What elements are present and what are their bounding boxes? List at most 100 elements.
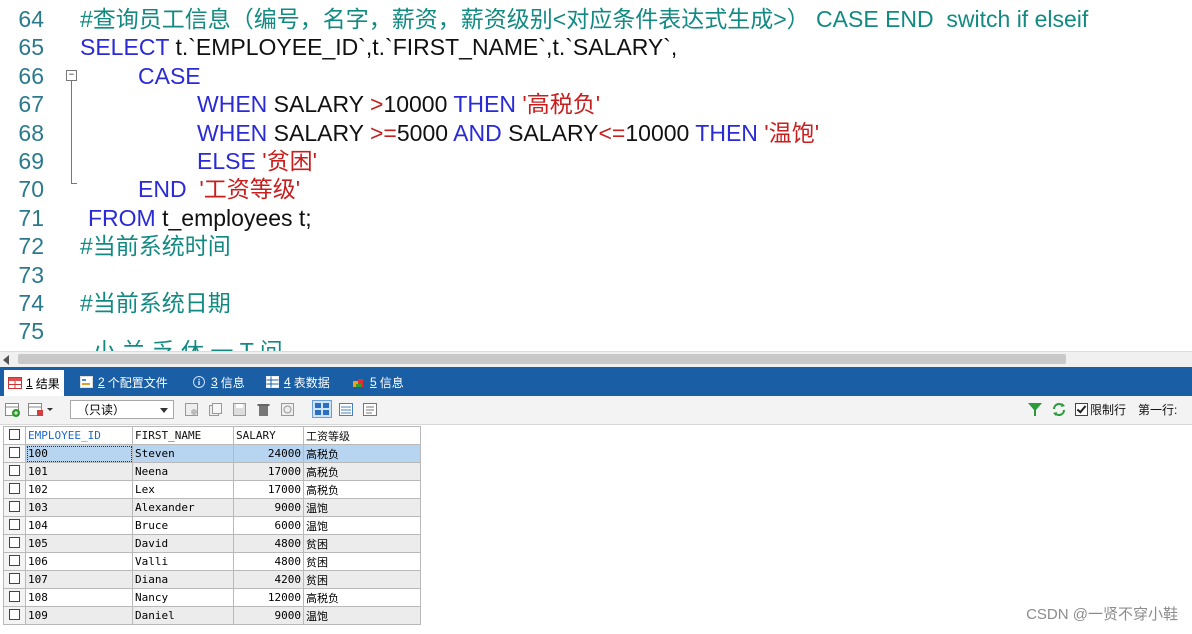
row-checkbox[interactable] <box>9 537 20 548</box>
cell-first-name[interactable]: Nancy <box>132 588 234 607</box>
cell-employee-id[interactable]: 105 <box>25 534 133 553</box>
row-checkbox[interactable] <box>9 555 20 566</box>
cell-salary-grade[interactable]: 贫困 <box>303 570 421 589</box>
cell-employee-id[interactable]: 102 <box>25 480 133 499</box>
cell-employee-id[interactable]: 106 <box>25 552 133 571</box>
tab-info[interactable]: 3 信息 <box>193 371 245 393</box>
row-checkbox[interactable] <box>9 501 20 512</box>
row-checkbox[interactable] <box>9 573 20 584</box>
table-row[interactable]: 106 Valli 4800 贫困 <box>3 552 421 571</box>
table-row[interactable]: 107 Diana 4200 贫困 <box>3 570 421 589</box>
duplicate-icon[interactable] <box>208 402 223 417</box>
table-row[interactable]: 105 David 4800 贫困 <box>3 534 421 553</box>
column-header-first-name[interactable]: FIRST_NAME <box>132 426 234 445</box>
row-checkbox-cell[interactable] <box>3 462 26 481</box>
code-line[interactable]: 67 WHEN SALARY >10000 THEN '高税负' <box>0 90 1192 118</box>
cell-salary[interactable]: 9000 <box>233 606 304 625</box>
table-row[interactable]: 101 Neena 17000 高税负 <box>3 462 421 481</box>
cell-salary[interactable]: 4800 <box>233 552 304 571</box>
cell-first-name[interactable]: David <box>132 534 234 553</box>
code-line[interactable]: 64 #查询员工信息（编号，名字，薪资，薪资级别<对应条件表达式生成>） CASE… <box>0 5 1192 33</box>
cell-salary-grade[interactable]: 温饱 <box>303 498 421 517</box>
table-row[interactable]: 103 Alexander 9000 温饱 <box>3 498 421 517</box>
cell-employee-id[interactable]: 100 <box>25 444 133 463</box>
code-line[interactable]: 66 CASE <box>0 62 1192 90</box>
cell-salary[interactable]: 24000 <box>233 444 304 463</box>
column-header-employee-id[interactable]: EMPLOYEE_ID <box>25 426 133 445</box>
row-checkbox-cell[interactable] <box>3 606 26 625</box>
row-checkbox-cell[interactable] <box>3 480 26 499</box>
table-row[interactable]: 104 Bruce 6000 温饱 <box>3 516 421 535</box>
cell-first-name[interactable]: Valli <box>132 552 234 571</box>
column-header-salary[interactable]: SALARY <box>233 426 304 445</box>
grid-view-icon[interactable] <box>312 400 332 418</box>
tab-info-2[interactable]: 5 信息 <box>352 371 404 393</box>
form-view-icon[interactable] <box>338 402 353 417</box>
row-checkbox[interactable] <box>9 591 20 602</box>
row-checkbox[interactable] <box>9 519 20 530</box>
code-line[interactable]: 74 #当前系统日期 <box>0 289 1192 317</box>
limit-rows-checkbox[interactable] <box>1075 403 1088 416</box>
scroll-left-arrow-icon[interactable] <box>3 355 9 365</box>
scrollbar-thumb[interactable] <box>18 354 1066 364</box>
cell-salary[interactable]: 17000 <box>233 480 304 499</box>
table-row[interactable]: 108 Nancy 12000 高税负 <box>3 588 421 607</box>
sql-editor[interactable]: − 64 #查询员工信息（编号，名字，薪资，薪资级别<对应条件表达式生成>） CA… <box>0 0 1192 351</box>
cell-first-name[interactable]: Bruce <box>132 516 234 535</box>
refresh-grid-icon[interactable] <box>280 402 295 417</box>
cell-salary-grade[interactable]: 贫困 <box>303 534 421 553</box>
cell-employee-id[interactable]: 101 <box>25 462 133 481</box>
cell-salary[interactable]: 4200 <box>233 570 304 589</box>
tab-profiles[interactable]: 2 个配置文件 <box>80 371 168 393</box>
cell-first-name[interactable]: Alexander <box>132 498 234 517</box>
row-checkbox[interactable] <box>9 609 20 620</box>
code-line[interactable]: 65 SELECT t.`EMPLOYEE_ID`,t.`FIRST_NAME`,… <box>0 33 1192 61</box>
limit-rows-toggle[interactable]: 限制行 <box>1075 401 1126 419</box>
row-checkbox-cell[interactable] <box>3 498 26 517</box>
cell-salary[interactable]: 6000 <box>233 516 304 535</box>
cell-employee-id[interactable]: 103 <box>25 498 133 517</box>
cell-employee-id[interactable]: 108 <box>25 588 133 607</box>
cell-first-name[interactable]: Diana <box>132 570 234 589</box>
table-row[interactable]: 109 Daniel 9000 温饱 <box>3 606 421 625</box>
horizontal-scrollbar[interactable] <box>0 351 1192 367</box>
cell-salary-grade[interactable]: 温饱 <box>303 606 421 625</box>
row-checkbox[interactable] <box>9 483 20 494</box>
cell-salary-grade[interactable]: 贫困 <box>303 552 421 571</box>
cell-employee-id[interactable]: 107 <box>25 570 133 589</box>
code-line[interactable]: 71 FROM t_employees t; <box>0 204 1192 232</box>
add-row-icon[interactable] <box>5 402 20 417</box>
tab-results[interactable]: 1 结果 <box>4 370 64 396</box>
cell-salary[interactable]: 9000 <box>233 498 304 517</box>
cell-salary[interactable]: 12000 <box>233 588 304 607</box>
cell-first-name[interactable]: Steven <box>132 444 234 463</box>
row-checkbox-cell[interactable] <box>3 552 26 571</box>
row-checkbox-cell[interactable] <box>3 516 26 535</box>
save-icon[interactable] <box>232 402 247 417</box>
delete-icon[interactable] <box>256 402 271 417</box>
code-line[interactable]: 68 WHEN SALARY >=5000 AND SALARY<=10000 T… <box>0 119 1192 147</box>
text-view-icon[interactable] <box>362 402 377 417</box>
cell-salary-grade[interactable]: 高税负 <box>303 444 421 463</box>
cell-first-name[interactable]: Daniel <box>132 606 234 625</box>
cell-salary-grade[interactable]: 高税负 <box>303 480 421 499</box>
result-grid[interactable]: EMPLOYEE_ID FIRST_NAME SALARY 工资等级 100 St… <box>3 426 423 625</box>
cell-first-name[interactable]: Lex <box>132 480 234 499</box>
code-line[interactable]: 69 ELSE '贫困' <box>0 147 1192 175</box>
cell-salary-grade[interactable]: 高税负 <box>303 462 421 481</box>
code-line[interactable]: 70 END '工资等级' <box>0 175 1192 203</box>
table-row[interactable]: 102 Lex 17000 高税负 <box>3 480 421 499</box>
save-copy-icon[interactable] <box>184 402 199 417</box>
code-line[interactable]: 73 <box>0 261 1192 289</box>
code-line[interactable]: 72 #当前系统时间 <box>0 232 1192 260</box>
row-checkbox[interactable] <box>9 447 20 458</box>
cell-salary[interactable]: 17000 <box>233 462 304 481</box>
cell-salary-grade[interactable]: 高税负 <box>303 588 421 607</box>
table-row[interactable]: 100 Steven 24000 高税负 <box>3 444 421 463</box>
cell-first-name[interactable]: Neena <box>132 462 234 481</box>
row-checkbox-cell[interactable] <box>3 534 26 553</box>
column-header-salary-grade[interactable]: 工资等级 <box>303 426 421 445</box>
row-options-dropdown-icon[interactable] <box>28 402 58 417</box>
cell-employee-id[interactable]: 109 <box>25 606 133 625</box>
filter-icon[interactable] <box>1027 402 1042 417</box>
